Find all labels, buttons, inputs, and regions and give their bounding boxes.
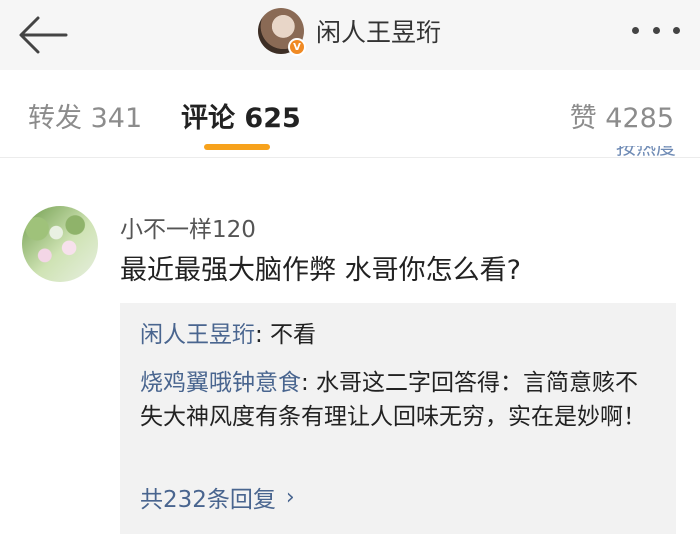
tab-likes[interactable]: 赞 4285 (570, 96, 674, 135)
tab-count: 625 (244, 103, 301, 134)
more-replies-link[interactable]: 共232条回复 › (140, 480, 295, 514)
more-replies-label[interactable]: 共232条回复 (140, 480, 276, 514)
verified-badge: V (288, 38, 306, 56)
tab-count: 341 (90, 103, 143, 134)
more-dots-icon[interactable] (632, 20, 680, 40)
top-bar: V 闲人王昱珩 (0, 0, 700, 70)
tab-label: 转发 (28, 103, 82, 134)
comment-username[interactable]: 小不一样120 (120, 210, 256, 244)
avatar[interactable]: V (258, 8, 306, 56)
avatar[interactable] (22, 206, 98, 282)
active-tab-indicator (204, 144, 270, 150)
reply-author[interactable]: 烧鸡翼哦钟意食 (140, 370, 301, 396)
reply-box[interactable]: 闲人王昱珩: 不看 烧鸡翼哦钟意食: 水哥这二字回答得：言简意赅不失大神风度有条… (120, 303, 676, 534)
tab-label: 评论 (181, 103, 235, 134)
tab-repost[interactable]: 转发 341 (28, 96, 142, 135)
tab-label: 赞 (569, 103, 597, 134)
comment-text: 最近最强大脑作弊 水哥你怎么看? (120, 255, 521, 286)
chevron-right-icon: › (285, 484, 295, 510)
page-title[interactable]: 闲人王昱珩 (316, 13, 441, 49)
tab-bar: 转发 341 评论 625 赞 4285 (0, 70, 700, 158)
reply-item: 闲人王昱珩: 不看 (140, 318, 660, 352)
tab-count: 4285 (605, 103, 674, 134)
reply-author[interactable]: 闲人王昱珩 (140, 322, 255, 348)
tab-comments[interactable]: 评论 625 (181, 96, 301, 135)
profile-title[interactable]: V 闲人王昱珩 (258, 6, 441, 56)
reply-item: 烧鸡翼哦钟意食: 水哥这二字回答得：言简意赅不失大神风度有条有理让人回味无穷，实… (140, 366, 660, 434)
reply-text: : 不看 (255, 322, 317, 348)
arrow-left-icon[interactable] (14, 12, 72, 58)
